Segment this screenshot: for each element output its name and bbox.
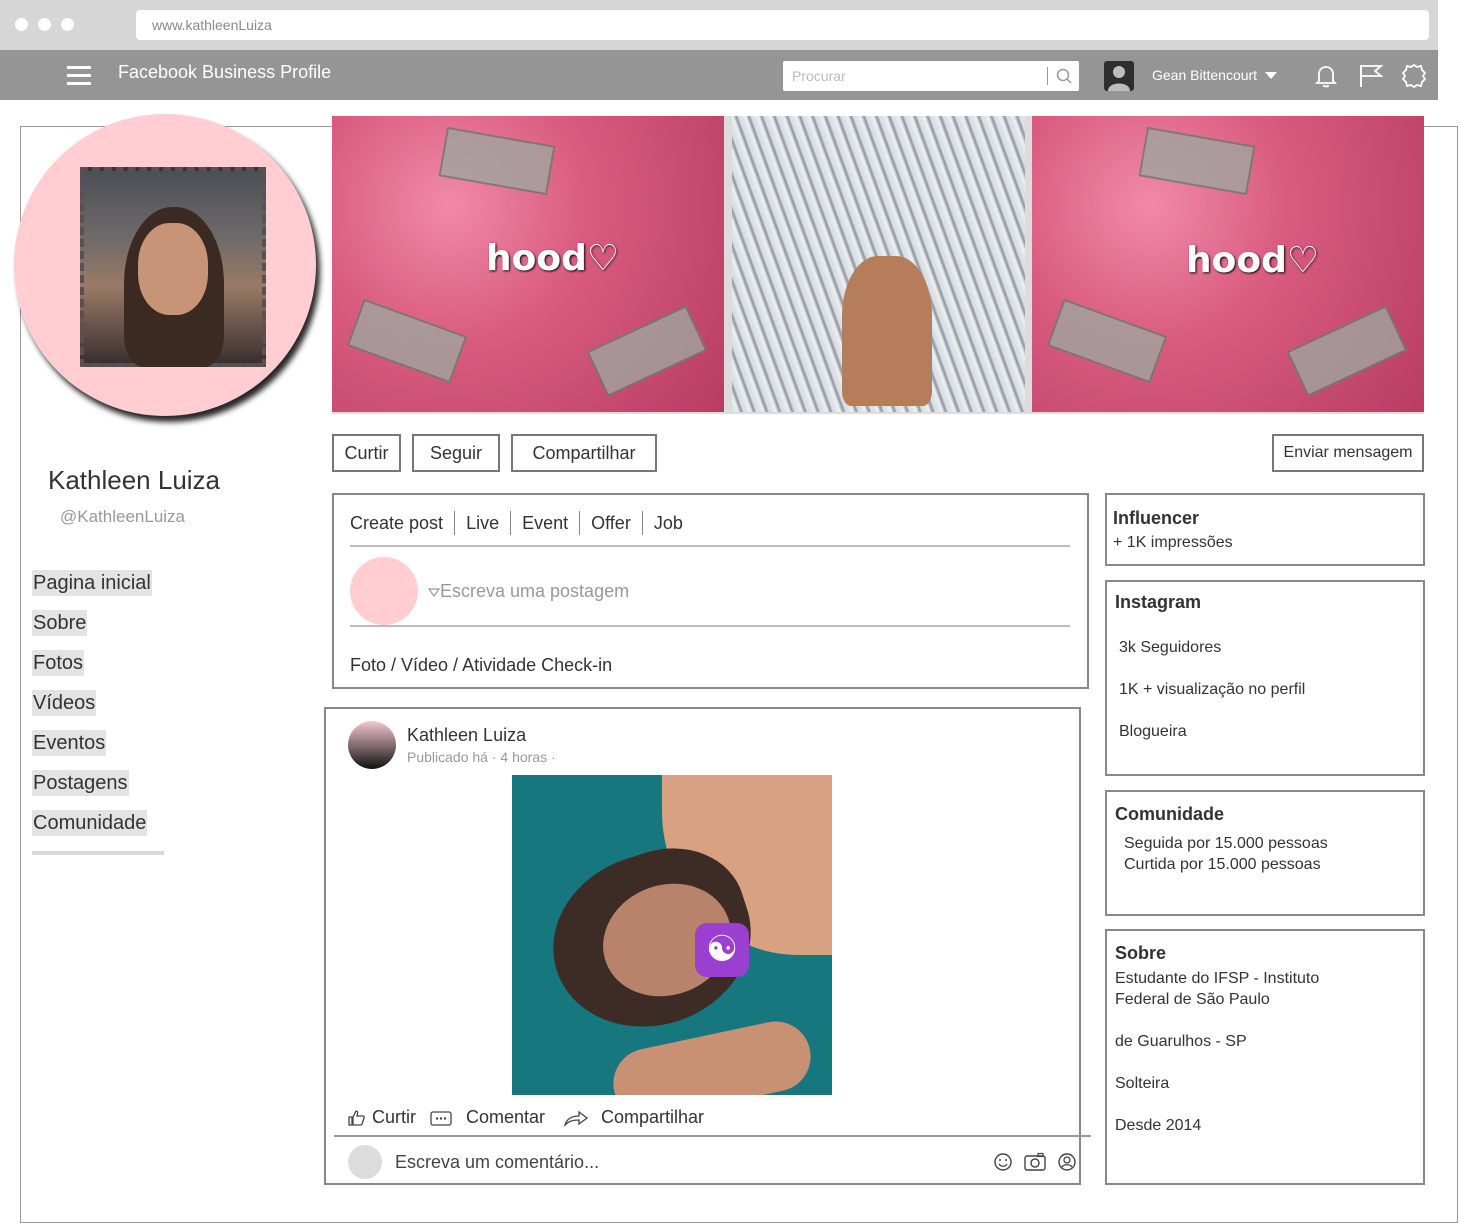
comment-input[interactable]: Escreva um comentário... xyxy=(395,1152,599,1173)
post-card: Kathleen Luiza Publicado há · 4 horas · … xyxy=(324,707,1091,1185)
yin-yang-icon: ☯ xyxy=(695,923,749,977)
instagram-card: Instagram 3k Seguidores 1K + visualizaçã… xyxy=(1105,580,1425,776)
tab-offer[interactable]: Offer xyxy=(579,511,642,535)
nav-item-posts[interactable]: Postagens xyxy=(32,770,129,796)
share-arrow-icon xyxy=(563,1110,589,1127)
triangle-icon xyxy=(427,588,441,598)
tab-job[interactable]: Job xyxy=(641,511,694,535)
community-followed: Seguida por 15.000 pessoas xyxy=(1124,835,1328,852)
camera-icon[interactable] xyxy=(1024,1152,1046,1172)
cover-photo[interactable]: hood♡ hood♡ xyxy=(332,116,1424,414)
like-page-button[interactable]: Curtir xyxy=(332,434,401,472)
thumbs-up-icon xyxy=(348,1109,365,1126)
window-minimize-dot[interactable] xyxy=(38,18,51,31)
smiley-icon[interactable] xyxy=(993,1152,1013,1172)
flag-icon[interactable] xyxy=(1358,63,1384,89)
left-nav: Pagina inicial Sobre Fotos Vídeos Evento… xyxy=(32,570,152,850)
follow-button[interactable]: Seguir xyxy=(412,434,500,472)
post-author-avatar[interactable] xyxy=(348,721,396,769)
share-page-button[interactable]: Compartilhar xyxy=(511,434,657,472)
post-author[interactable]: Kathleen Luiza xyxy=(407,725,526,746)
window-maximize-dot[interactable] xyxy=(61,18,74,31)
cover-panel-center xyxy=(732,116,1025,412)
profile-photo[interactable] xyxy=(80,167,266,367)
menu-icon[interactable] xyxy=(67,66,91,86)
profile-handle: @KathleenLuiza xyxy=(60,507,186,526)
instagram-title: Instagram xyxy=(1115,592,1202,612)
influencer-title: Influencer xyxy=(1113,508,1200,528)
comment-icon xyxy=(430,1110,452,1126)
about-education-1: Estudante do IFSP - Instituto xyxy=(1115,970,1320,987)
app-title: Facebook Business Profile xyxy=(118,62,332,82)
bell-icon[interactable] xyxy=(1313,63,1339,89)
user-avatar[interactable] xyxy=(1104,61,1134,91)
address-bar[interactable]: www.kathleenLuiza xyxy=(136,10,1429,40)
chevron-down-icon[interactable] xyxy=(1265,72,1277,79)
user-name[interactable]: Gean Bittencourt xyxy=(1152,67,1257,83)
nav-item-community[interactable]: Comunidade xyxy=(32,810,148,836)
nav-item-videos[interactable]: Vídeos xyxy=(32,690,97,716)
post-comment-label: Comentar xyxy=(466,1107,546,1127)
nav-item-home[interactable]: Pagina inicial xyxy=(32,570,152,596)
composer-divider-2 xyxy=(350,625,1070,627)
influencer-impressions: + 1K impressões xyxy=(1113,534,1233,551)
cover-text-right: hood♡ xyxy=(1186,240,1320,281)
tab-create-post[interactable]: Create post xyxy=(350,511,454,535)
post-composer: Create post Live Event Offer Job Escreva… xyxy=(332,493,1089,689)
search-box xyxy=(783,61,1079,91)
composer-avatar xyxy=(350,557,418,625)
about-since: Desde 2014 xyxy=(1115,1117,1202,1134)
about-education-2: Federal de São Paulo xyxy=(1115,991,1270,1008)
nav-scrollbar[interactable] xyxy=(32,851,164,855)
about-location: de Guarulhos - SP xyxy=(1115,1033,1247,1050)
post-divider xyxy=(334,1135,1091,1137)
composer-input[interactable]: Escreva uma postagem xyxy=(427,581,630,602)
instagram-followers: 3k Seguidores xyxy=(1119,639,1222,656)
community-card: Comunidade Seguida por 15.000 pessoas Cu… xyxy=(1105,790,1425,916)
composer-placeholder: Escreva uma postagem xyxy=(440,581,630,601)
cover-panel-left: hood♡ xyxy=(332,116,724,412)
post-image[interactable]: ☯ xyxy=(512,775,832,1095)
post-comment-button[interactable]: Comentar xyxy=(430,1107,545,1128)
composer-tabs: Create post Live Event Offer Job xyxy=(350,511,694,535)
app-header: Facebook Business Profile Gean Bittencou… xyxy=(0,50,1438,100)
post-share-label: Compartilhar xyxy=(601,1107,705,1127)
tab-event[interactable]: Event xyxy=(510,511,579,535)
comment-avatar xyxy=(348,1145,382,1179)
cover-panel-right: hood♡ xyxy=(1032,116,1424,412)
post-like-button[interactable]: Curtir xyxy=(348,1107,416,1128)
community-liked: Curtida por 15.000 pessoas xyxy=(1124,856,1321,873)
about-title: Sobre xyxy=(1115,943,1167,963)
send-message-button[interactable]: Enviar mensagem xyxy=(1272,434,1424,472)
instagram-views: 1K + visualização no perfil xyxy=(1119,681,1306,698)
tab-live[interactable]: Live xyxy=(454,511,510,535)
post-share-button[interactable]: Compartilhar xyxy=(563,1107,704,1128)
community-title: Comunidade xyxy=(1115,804,1225,824)
composer-media-options[interactable]: Foto / Vídeo / Atividade Check-in xyxy=(350,655,612,676)
gear-icon[interactable] xyxy=(1401,63,1427,89)
post-timestamp: Publicado há · 4 horas · xyxy=(407,749,556,765)
nav-item-photos[interactable]: Fotos xyxy=(32,650,85,676)
sticker-icon[interactable] xyxy=(1057,1152,1077,1172)
browser-chrome: www.kathleenLuiza xyxy=(0,0,1438,50)
influencer-card: Influencer + 1K impressões xyxy=(1105,493,1425,566)
about-relationship: Solteira xyxy=(1115,1075,1170,1092)
nav-item-events[interactable]: Eventos xyxy=(32,730,107,756)
cover-text-left: hood♡ xyxy=(486,238,620,279)
about-card: Sobre Estudante do IFSP - Instituto Fede… xyxy=(1105,929,1425,1185)
composer-divider xyxy=(350,545,1070,547)
search-icon[interactable] xyxy=(1055,67,1073,85)
search-input[interactable] xyxy=(783,61,1045,91)
instagram-category: Blogueira xyxy=(1119,723,1187,740)
window-close-dot[interactable] xyxy=(15,18,28,31)
nav-item-about[interactable]: Sobre xyxy=(32,610,88,636)
post-like-label: Curtir xyxy=(372,1107,416,1127)
profile-name: Kathleen Luiza xyxy=(48,465,221,495)
search-divider xyxy=(1047,67,1048,85)
